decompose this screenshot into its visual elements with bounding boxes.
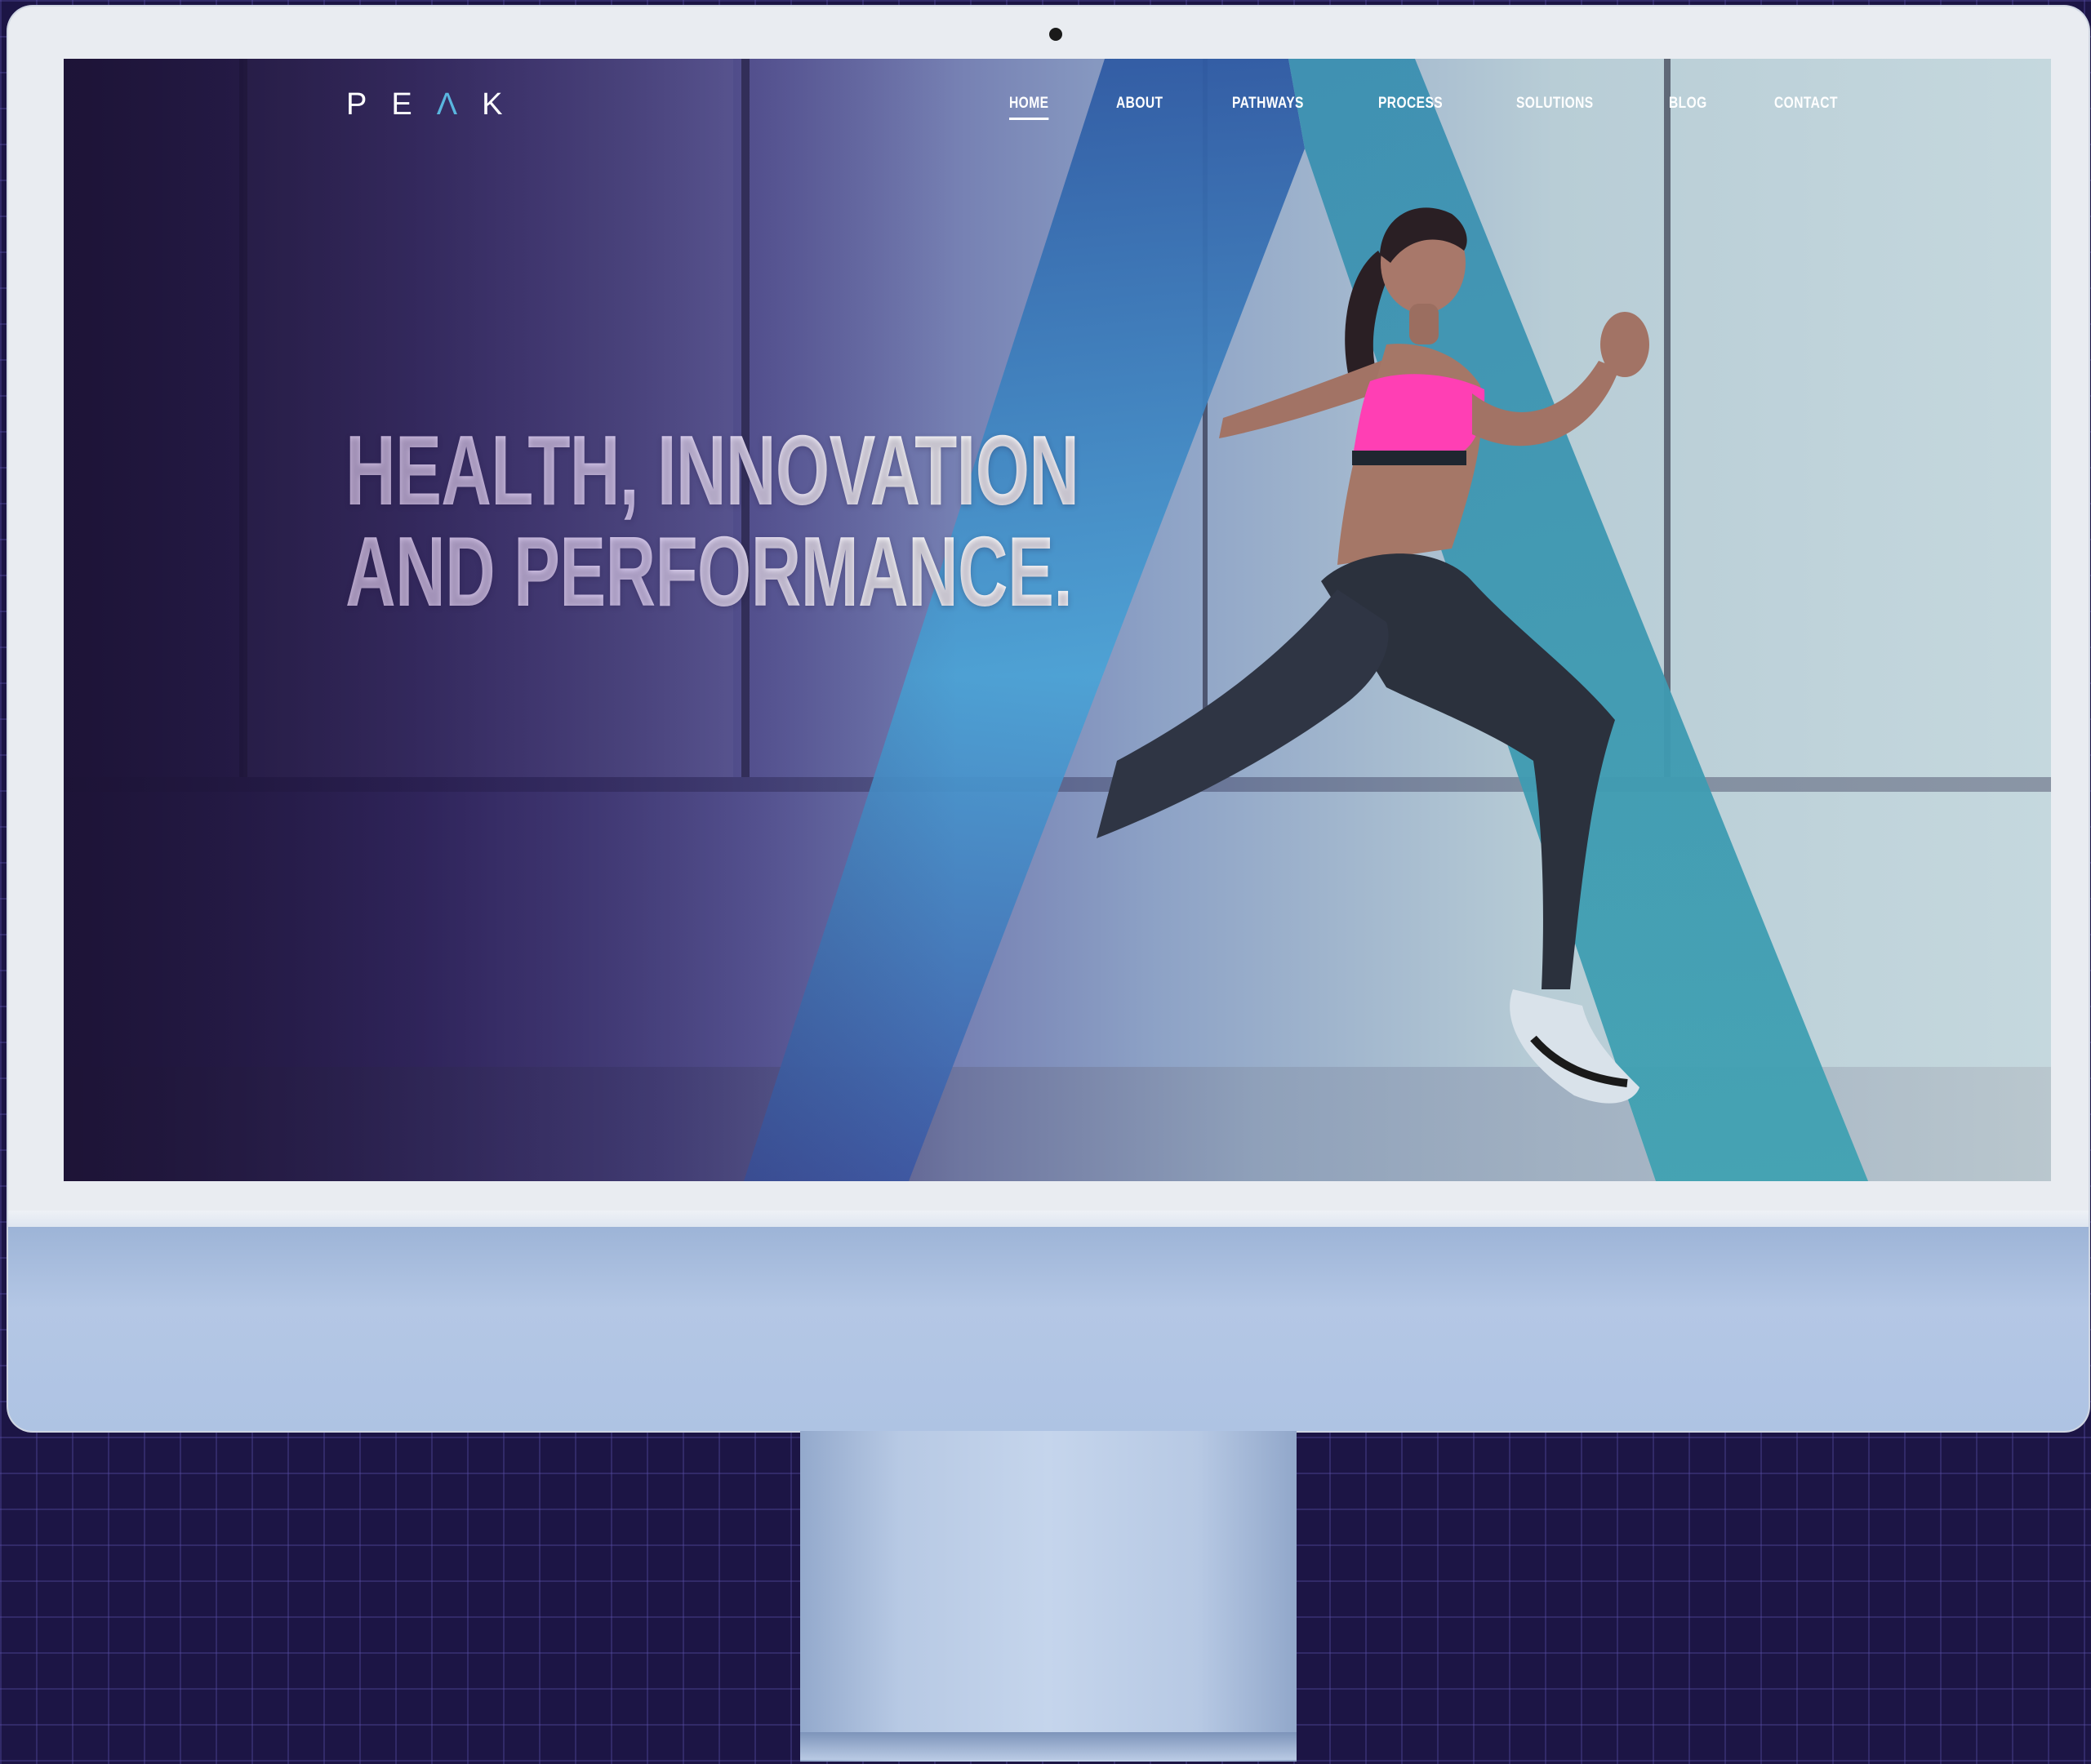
logo-letter: P <box>346 87 392 122</box>
hero-headline-line-2: AND PERFORMANCE. <box>345 521 1079 622</box>
nav-item-solutions[interactable]: SOLUTIONS <box>1516 95 1594 120</box>
camera-icon <box>1049 28 1062 41</box>
website-screen: P E Λ K HOME ABOUT PATHWAYS PROCESS SOLU… <box>64 59 2051 1181</box>
main-navigation: HOME ABOUT PATHWAYS PROCESS SOLUTIONS BL… <box>1009 95 1911 120</box>
logo-letter: E <box>391 87 437 122</box>
nav-item-about[interactable]: ABOUT <box>1116 95 1163 120</box>
logo-letter: K <box>482 87 527 122</box>
hero-headline-line-1: HEALTH, INNOVATION <box>345 415 1079 526</box>
nav-item-process[interactable]: PROCESS <box>1378 95 1443 120</box>
imac-monitor: P E Λ K HOME ABOUT PATHWAYS PROCESS SOLU… <box>8 7 2089 1431</box>
monitor-stand-foot <box>800 1732 1297 1760</box>
hero-headline: HEALTH, INNOVATION AND PERFORMANCE. <box>345 420 1079 622</box>
peak-logo[interactable]: P E Λ K <box>346 87 527 122</box>
nav-item-pathways[interactable]: PATHWAYS <box>1232 95 1304 120</box>
nav-item-contact[interactable]: CONTACT <box>1774 95 1838 120</box>
monitor-stand <box>800 1431 1297 1762</box>
monitor-chin-edge <box>8 1211 2089 1227</box>
nav-item-blog[interactable]: BLOG <box>1669 95 1707 120</box>
nav-item-home[interactable]: HOME <box>1009 95 1049 120</box>
logo-accent-letter: Λ <box>436 87 483 122</box>
monitor-chin <box>8 1227 2089 1431</box>
